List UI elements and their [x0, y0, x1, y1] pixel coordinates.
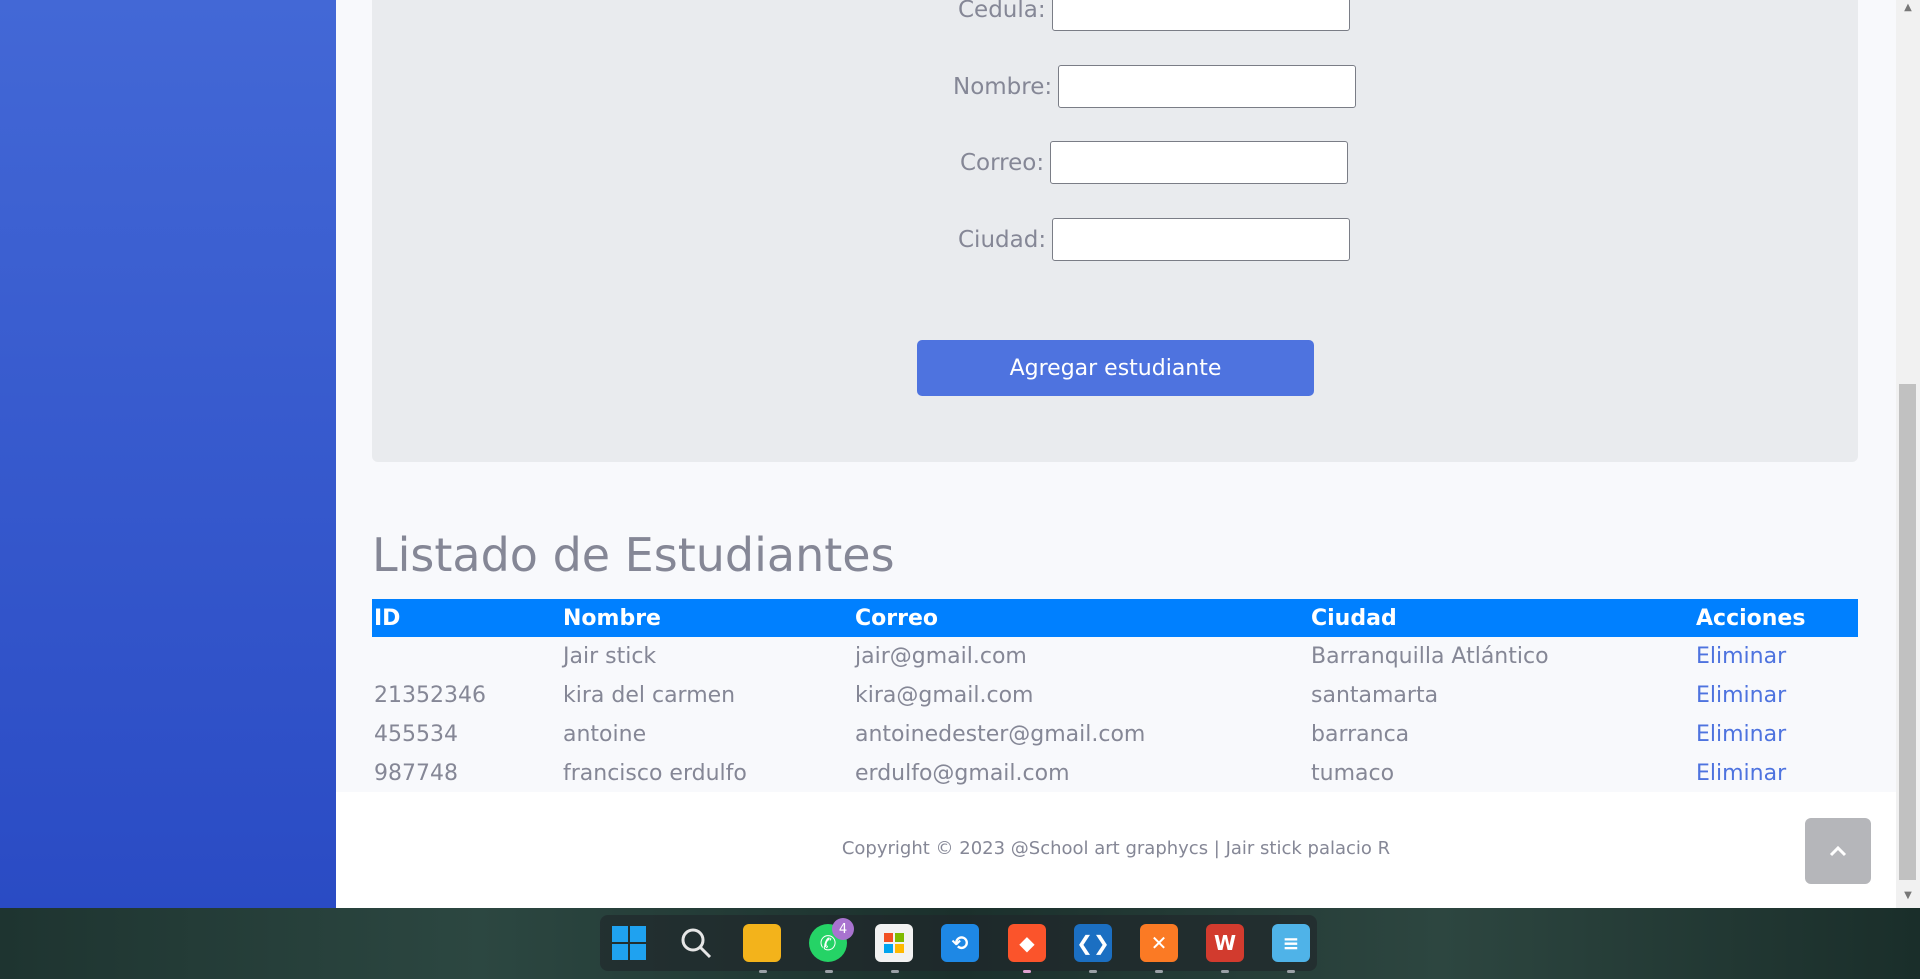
students-list-title: Listado de Estudiantes	[372, 528, 895, 582]
cell-ciudad: tumaco	[1311, 761, 1395, 786]
cell-nombre: antoine	[563, 722, 647, 747]
file-explorer-icon[interactable]	[743, 924, 781, 962]
running-indicator	[1287, 970, 1295, 973]
chevron-up-icon	[1829, 845, 1847, 857]
cell-ciudad: santamarta	[1311, 683, 1439, 708]
whatsapp-notification-badge: 4	[832, 918, 854, 940]
correo-label: Correo:	[960, 149, 1045, 176]
add-student-button[interactable]: Agregar estudiante	[917, 340, 1314, 396]
nombre-label: Nombre:	[953, 73, 1053, 100]
cedula-label: Cedula:	[958, 0, 1046, 23]
scroll-up-arrow-icon[interactable]: ▲	[1896, 2, 1920, 13]
table-row: 455534 antoine antoinedester@gmail.com b…	[372, 715, 1858, 754]
cell-correo: antoinedester@gmail.com	[855, 722, 1146, 747]
running-indicator	[1023, 970, 1031, 973]
scroll-to-top-button[interactable]	[1805, 818, 1871, 884]
table-row: 21352346 kira del carmen kira@gmail.com …	[372, 676, 1858, 715]
delete-link[interactable]: Eliminar	[1696, 722, 1858, 747]
running-indicator	[891, 970, 899, 973]
table-row: Jair stick jair@gmail.com Barranquilla A…	[372, 637, 1858, 676]
search-icon[interactable]	[677, 924, 715, 962]
scroll-down-arrow-icon[interactable]: ▼	[1896, 890, 1920, 901]
nombre-input[interactable]	[1058, 65, 1357, 108]
table-header: ID Nombre Correo Ciudad Acciones	[372, 599, 1858, 637]
footer: Copyright © 2023 @School art graphycs | …	[336, 792, 1896, 908]
nombre-row: Nombre:	[953, 65, 1357, 108]
vscode-icon[interactable]: ❮❯	[1074, 924, 1112, 962]
delete-link[interactable]: Eliminar	[1696, 683, 1858, 708]
running-indicator	[1089, 970, 1097, 973]
cell-nombre: francisco erdulfo	[563, 761, 747, 786]
notepad-icon[interactable]: ≡	[1272, 924, 1310, 962]
header-id: ID	[374, 605, 401, 631]
delete-link[interactable]: Eliminar	[1696, 644, 1858, 669]
copyright-text: Copyright © 2023 @School art graphycs | …	[841, 838, 1391, 859]
xampp-icon[interactable]: ✕	[1140, 924, 1178, 962]
running-indicator	[1221, 970, 1229, 973]
students-table: ID Nombre Correo Ciudad Acciones Jair st…	[372, 599, 1858, 793]
ciudad-row: Ciudad:	[958, 218, 1351, 261]
header-nombre: Nombre	[563, 605, 661, 631]
cell-correo: jair@gmail.com	[855, 644, 1027, 669]
running-indicator	[825, 970, 833, 973]
table-row: 987748 francisco erdulfo erdulfo@gmail.c…	[372, 754, 1858, 793]
cell-correo: erdulfo@gmail.com	[855, 761, 1070, 786]
scrollbar-thumb[interactable]	[1899, 384, 1916, 880]
cell-correo: kira@gmail.com	[855, 683, 1034, 708]
running-indicator	[1155, 970, 1163, 973]
cell-nombre: kira del carmen	[563, 683, 736, 708]
cell-id: 987748	[374, 761, 458, 786]
taskbar: ✆ 4 ⟲ ◆ ❮❯ ✕ W ≡	[0, 908, 1920, 979]
cedula-input[interactable]	[1051, 0, 1350, 31]
header-acciones: Acciones	[1696, 605, 1806, 631]
cell-ciudad: barranca	[1311, 722, 1410, 747]
microsoft-store-icon[interactable]	[875, 924, 913, 962]
windows-start-icon[interactable]	[610, 924, 648, 962]
cell-id: 455534	[374, 722, 458, 747]
wps-office-icon[interactable]: W	[1206, 924, 1244, 962]
cedula-row: Cedula:	[958, 0, 1350, 31]
app-icon[interactable]: ⟲	[941, 924, 979, 962]
cell-nombre: Jair stick	[563, 644, 657, 669]
correo-row: Correo:	[960, 141, 1349, 184]
ciudad-input[interactable]	[1052, 218, 1351, 261]
sidebar	[0, 0, 336, 908]
delete-link[interactable]: Eliminar	[1696, 761, 1858, 786]
header-correo: Correo	[855, 605, 938, 631]
running-indicator	[759, 970, 767, 973]
page-scrollbar[interactable]: ▲ ▼	[1896, 0, 1920, 908]
header-ciudad: Ciudad	[1311, 605, 1397, 631]
cell-ciudad: Barranquilla Atlántico	[1311, 644, 1549, 669]
brave-browser-icon[interactable]: ◆	[1008, 924, 1046, 962]
ciudad-label: Ciudad:	[958, 226, 1047, 253]
correo-input[interactable]	[1050, 141, 1349, 184]
cell-id: 21352346	[374, 683, 486, 708]
